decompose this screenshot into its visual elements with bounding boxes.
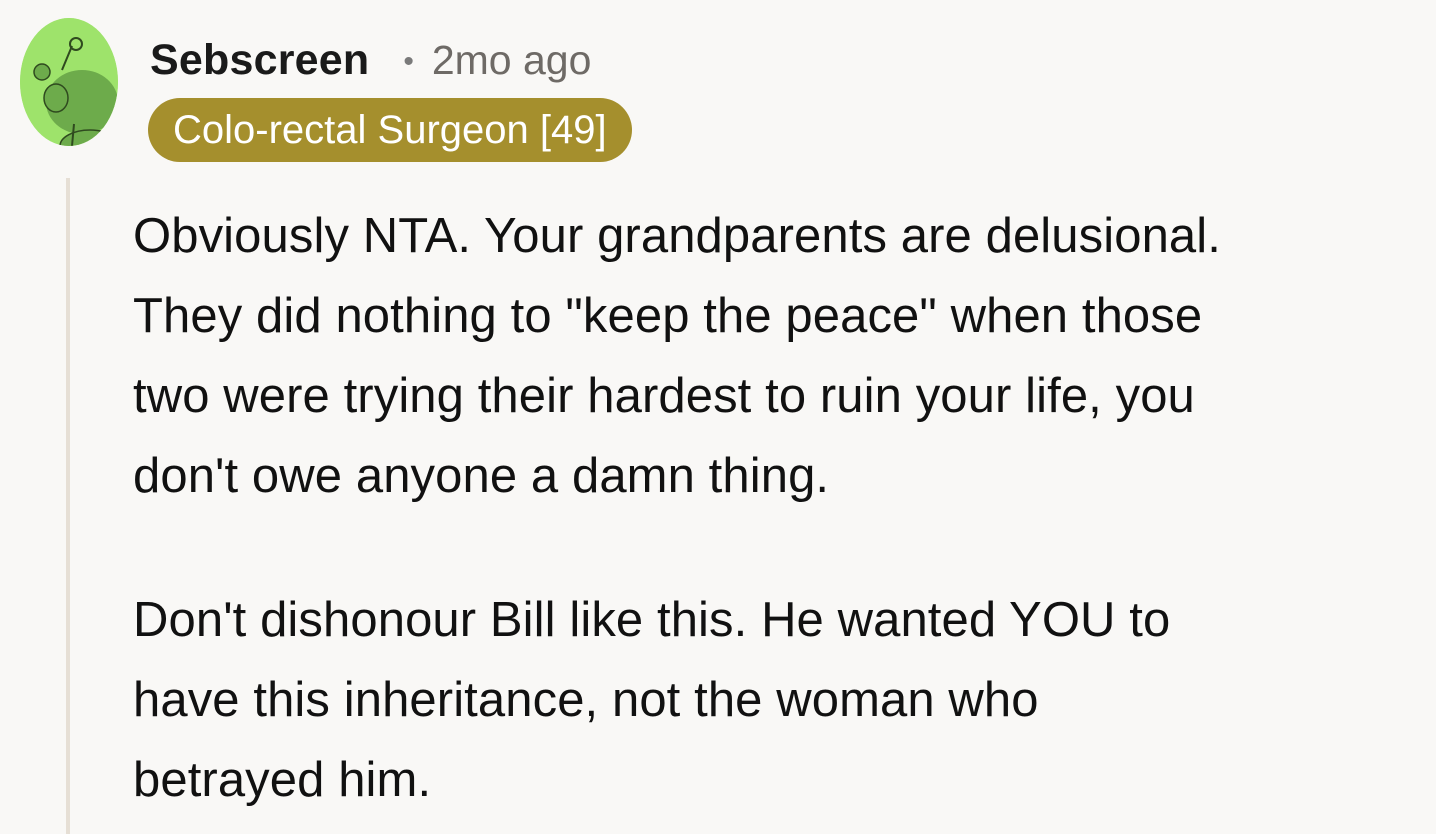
separator-dot: • <box>403 45 414 78</box>
comment-body: Obviously NTA. Your grandparents are del… <box>133 196 1428 820</box>
thread-collapse-line[interactable] <box>66 178 70 834</box>
comment-paragraph: Don't dishonour Bill like this. He wante… <box>133 593 1171 807</box>
snoo-avatar-icon[interactable] <box>20 18 118 146</box>
comment-header: Sebscreen • 2mo ago <box>150 36 591 84</box>
username-link[interactable]: Sebscreen <box>150 36 369 85</box>
comment: Sebscreen • 2mo ago Colo-rectal Surgeon … <box>0 0 1436 834</box>
user-flair-badge: Colo-rectal Surgeon [49] <box>148 98 632 162</box>
timestamp-link[interactable]: 2mo ago <box>432 37 592 84</box>
comment-paragraph: Obviously NTA. Your grandparents are del… <box>133 209 1221 503</box>
